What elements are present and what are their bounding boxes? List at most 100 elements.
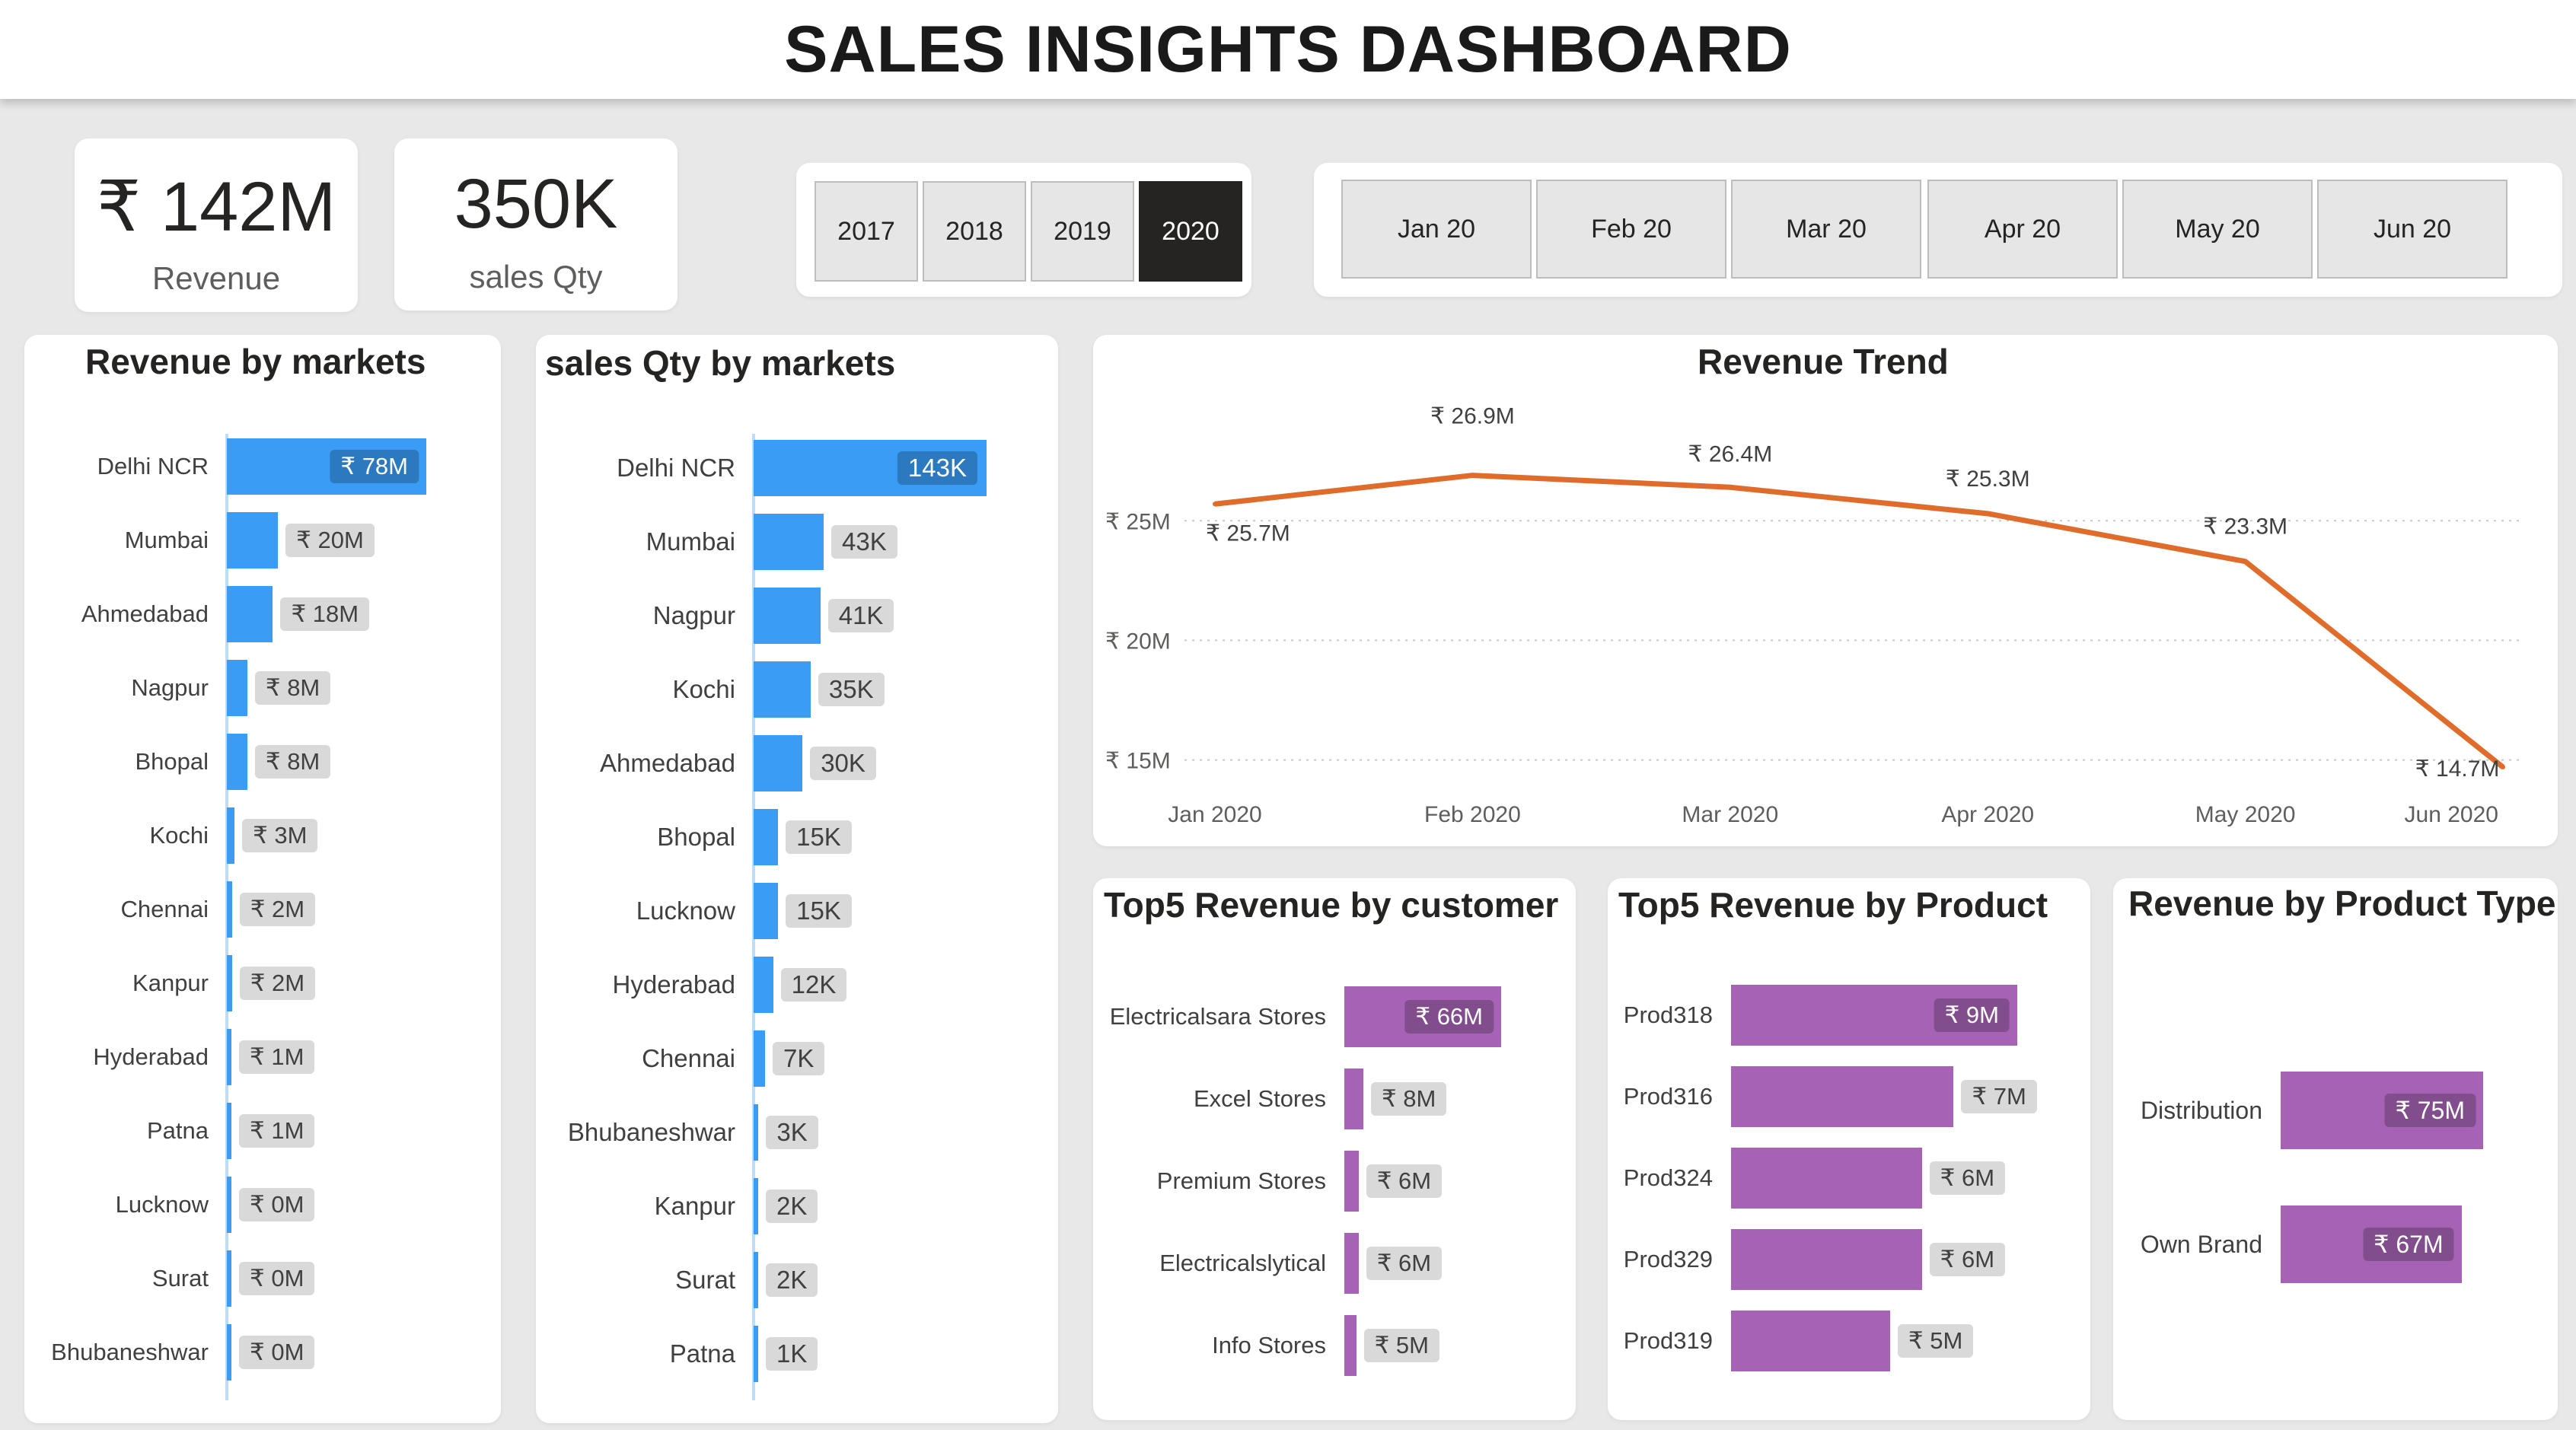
bar[interactable] — [754, 661, 811, 718]
bar-row[interactable]: Chennai ₹ 2M — [121, 881, 486, 938]
data-point[interactable] — [1985, 511, 1991, 516]
bar-row[interactable]: Prod316 ₹ 7M — [1624, 1066, 2051, 1127]
bar-row[interactable]: Prod318 ₹ 9M — [1624, 985, 2051, 1046]
bar[interactable] — [1344, 1233, 1359, 1294]
bar[interactable] — [754, 588, 821, 644]
bar-value-label: 12K — [780, 968, 847, 1002]
data-point[interactable] — [1727, 485, 1733, 490]
bar[interactable] — [754, 1326, 758, 1382]
bar[interactable] — [754, 809, 779, 865]
bar-row[interactable]: Mumbai ₹ 20M — [125, 512, 486, 568]
bar[interactable] — [1731, 1066, 1954, 1127]
bar-row[interactable]: Nagpur 41K — [653, 588, 1012, 644]
bar-row[interactable]: Electricalslytical ₹ 6M — [1159, 1233, 1557, 1294]
bar-row[interactable]: Hyderabad 12K — [613, 957, 1012, 1013]
year-button-2018[interactable]: 2018 — [923, 181, 1026, 282]
bar-value-label: ₹ 9M — [1934, 998, 2010, 1032]
x-tick-label: Mar 2020 — [1682, 802, 1778, 827]
bar-row[interactable]: Nagpur ₹ 8M — [131, 660, 486, 716]
bar[interactable] — [227, 1177, 231, 1233]
month-button-jan[interactable]: Jan 20 — [1341, 180, 1532, 279]
bar-row[interactable]: Bhubaneshwar 3K — [568, 1104, 1012, 1161]
bar-row[interactable]: Bhopal 15K — [657, 809, 1012, 865]
bar-row[interactable]: Excel Stores ₹ 8M — [1194, 1069, 1557, 1129]
bar-row[interactable]: Ahmedabad ₹ 18M — [81, 586, 486, 642]
bar-row[interactable]: Info Stores ₹ 5M — [1212, 1315, 1557, 1376]
bar[interactable] — [227, 1029, 231, 1085]
bar-row[interactable]: Distribution ₹ 75M — [2141, 1072, 2524, 1149]
bar[interactable] — [227, 1250, 231, 1307]
bar-row[interactable]: Kochi 35K — [672, 661, 1012, 718]
bar-value-label: ₹ 6M — [1366, 1247, 1443, 1280]
bar[interactable] — [227, 881, 232, 938]
bar[interactable] — [754, 1178, 758, 1234]
bar-category-label: Delhi NCR — [617, 454, 735, 482]
bar-row[interactable]: Patna 1K — [670, 1326, 1012, 1382]
revenue-trend-line[interactable] — [1214, 473, 2505, 769]
bar-row[interactable]: Patna ₹ 1M — [147, 1103, 486, 1159]
bar[interactable] — [754, 957, 773, 1013]
year-button-2020[interactable]: 2020 — [1139, 181, 1242, 282]
bar-row[interactable]: Kanpur ₹ 2M — [132, 955, 486, 1011]
data-point[interactable] — [1213, 502, 1217, 507]
bar-row[interactable]: Bhubaneshwar ₹ 0M — [51, 1324, 486, 1381]
bar[interactable] — [227, 807, 235, 864]
bar-row[interactable]: Lucknow ₹ 0M — [116, 1177, 486, 1233]
bar[interactable] — [1731, 1229, 1922, 1290]
top5-product-title: Top5 Revenue by Product — [1618, 885, 2048, 925]
bar[interactable] — [1344, 1315, 1357, 1376]
data-point[interactable] — [2501, 765, 2505, 769]
data-point[interactable] — [1470, 473, 1475, 478]
bar-row[interactable]: Prod329 ₹ 6M — [1624, 1229, 2051, 1290]
bar-row[interactable]: Premium Stores ₹ 6M — [1157, 1151, 1557, 1212]
bar[interactable] — [227, 660, 247, 716]
bar[interactable] — [754, 514, 824, 570]
bar[interactable] — [227, 1324, 231, 1381]
bar-row[interactable]: Own Brand ₹ 67M — [2141, 1205, 2524, 1283]
bar-row[interactable]: Kochi ₹ 3M — [149, 807, 486, 864]
bar-row[interactable]: Mumbai 43K — [646, 514, 1012, 570]
bar[interactable] — [754, 1104, 759, 1161]
bar[interactable] — [227, 512, 279, 568]
bar-value-label: ₹ 0M — [239, 1188, 315, 1221]
bar-category-label: Chennai — [120, 896, 209, 922]
month-button-feb[interactable]: Feb 20 — [1536, 180, 1726, 279]
bar-row[interactable]: Hyderabad ₹ 1M — [93, 1029, 486, 1085]
revenue-by-markets-card: Revenue by markets Delhi NCR ₹ 78M Mumbai ₹… — [24, 335, 501, 1423]
bar-row[interactable]: Prod319 ₹ 5M — [1624, 1311, 2051, 1371]
bar[interactable] — [227, 734, 247, 790]
bar-row[interactable]: Ahmedabad 30K — [600, 735, 1012, 791]
month-button-may[interactable]: May 20 — [2122, 180, 2313, 279]
bar[interactable] — [754, 1252, 758, 1308]
bar-row[interactable]: Kanpur 2K — [655, 1178, 1012, 1234]
year-button-2019[interactable]: 2019 — [1031, 181, 1134, 282]
bar[interactable] — [1344, 1069, 1363, 1129]
bar-row[interactable]: Bhopal ₹ 8M — [135, 734, 486, 790]
bar-row[interactable]: Prod324 ₹ 6M — [1624, 1148, 2051, 1209]
bar-row[interactable]: Chennai 7K — [642, 1030, 1012, 1087]
bar[interactable] — [754, 883, 779, 939]
bar-category-label: Mumbai — [124, 527, 209, 553]
month-button-mar[interactable]: Mar 20 — [1731, 180, 1921, 279]
bar-row[interactable]: Delhi NCR 143K — [617, 440, 1012, 496]
bar-category-label: Kochi — [672, 675, 735, 703]
month-button-jun[interactable]: Jun 20 — [2317, 180, 2507, 279]
bar-row[interactable]: Delhi NCR ₹ 78M — [97, 438, 486, 495]
bar[interactable] — [1731, 1148, 1922, 1209]
bar[interactable] — [1344, 1151, 1359, 1212]
bar[interactable] — [754, 1030, 765, 1087]
month-button-apr[interactable]: Apr 20 — [1927, 180, 2118, 279]
year-button-2017[interactable]: 2017 — [815, 181, 918, 282]
bar-row[interactable]: Surat ₹ 0M — [152, 1250, 486, 1307]
bar-row[interactable]: Surat 2K — [675, 1252, 1012, 1308]
bar[interactable] — [1731, 1311, 1890, 1371]
bar[interactable] — [227, 586, 273, 642]
bar[interactable] — [754, 735, 803, 791]
bar[interactable] — [227, 1103, 231, 1159]
bar-value-label: ₹ 2M — [239, 893, 316, 926]
bar-row[interactable]: Lucknow 15K — [636, 883, 1012, 939]
bar[interactable] — [227, 955, 232, 1011]
data-point[interactable] — [2243, 559, 2248, 564]
bar-value-label: ₹ 75M — [2384, 1094, 2476, 1127]
bar-row[interactable]: Electricalsara Stores ₹ 66M — [1110, 986, 1557, 1047]
